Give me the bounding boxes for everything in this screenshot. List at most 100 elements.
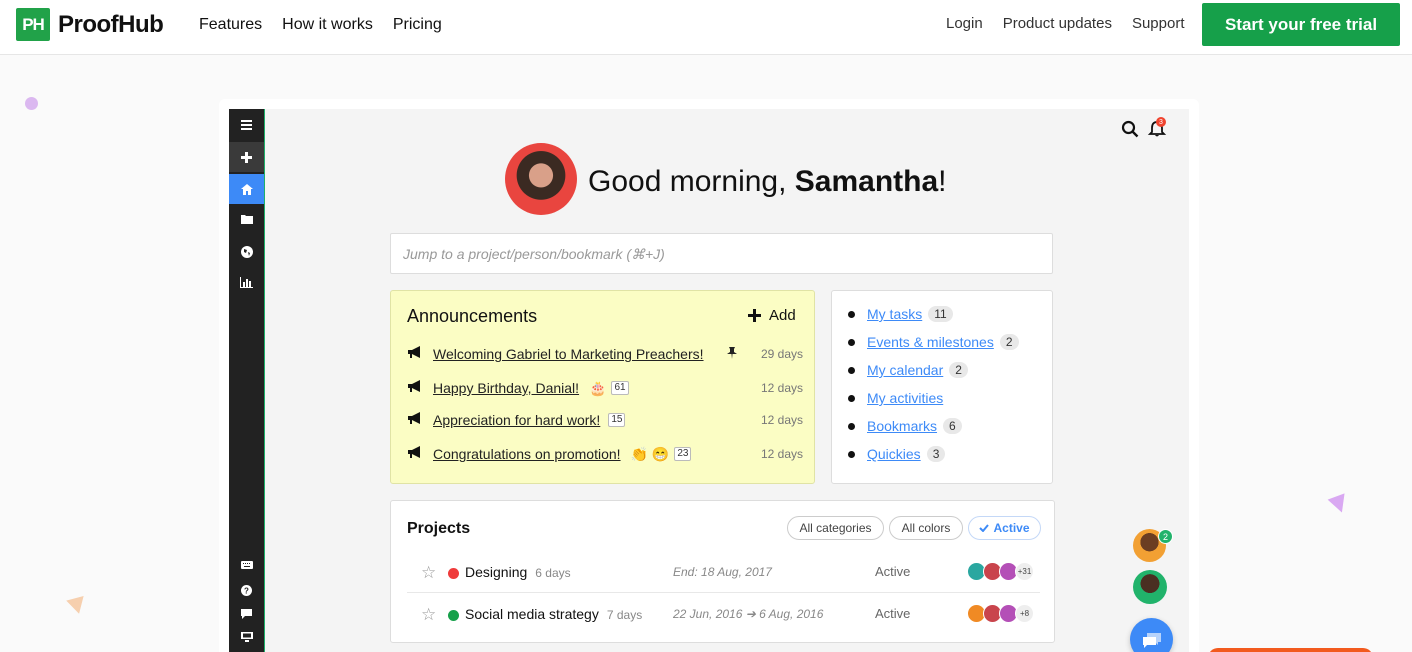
announcements-panel: Announcements Add Welcoming Gabriel to M… (390, 290, 815, 484)
comment-count: 23 (674, 447, 692, 461)
check-icon (979, 524, 990, 532)
projects-panel: Projects All categories All colors Activ… (390, 500, 1055, 643)
floating-action-tab[interactable] (1208, 648, 1373, 652)
bullet (848, 394, 855, 402)
quick-link-count: 3 (926, 446, 946, 462)
quick-link-my-calendar[interactable]: My calendar 2 (848, 360, 968, 380)
home-icon[interactable] (229, 174, 264, 204)
quick-link-label[interactable]: My tasks (867, 306, 922, 322)
greeting-prefix: Good morning, (588, 165, 795, 198)
project-status: Active (875, 606, 911, 621)
quick-link-my-tasks[interactable]: My tasks 11 (848, 304, 953, 324)
proofhub-logo[interactable]: PH ProofHub (16, 8, 164, 41)
star-icon[interactable]: ☆ (421, 563, 436, 583)
project-name: Designing (465, 564, 528, 580)
quick-link-quickies[interactable]: Quickies 3 (848, 444, 946, 464)
decorative-triangle (1327, 493, 1351, 516)
greeting-suffix: ! (938, 165, 947, 198)
quick-link-count: 11 (928, 306, 953, 322)
quick-link-count: 2 (999, 334, 1019, 350)
quick-link-bookmarks[interactable]: Bookmarks 6 (848, 416, 962, 436)
folder-icon[interactable] (229, 204, 264, 234)
search-icon[interactable] (1121, 120, 1139, 138)
reports-icon[interactable] (229, 267, 264, 297)
nav-link-features[interactable]: Features (199, 16, 262, 34)
decorative-triangle (66, 595, 88, 617)
project-name-cell[interactable]: Social media strategy 7 days (465, 606, 642, 622)
project-status: Active (875, 564, 911, 579)
quick-link-label[interactable]: My activities (867, 390, 943, 406)
user-avatar (505, 143, 577, 215)
announcement-item[interactable]: Happy Birthday, Danial! 🎂 61 12 days (408, 377, 803, 399)
announcement-age: 12 days (760, 413, 803, 427)
nav-link-pricing[interactable]: Pricing (393, 16, 442, 34)
announcement-link[interactable]: Welcoming Gabriel to Marketing Preachers… (433, 346, 704, 362)
svg-text:?: ? (244, 586, 249, 595)
project-row[interactable]: ☆ Designing 6 days End: 18 Aug, 2017 Acti… (407, 551, 1040, 593)
reaction-emojis: 👏 😁 (630, 445, 670, 462)
announcement-age: 12 days (760, 447, 803, 461)
megaphone-icon (408, 379, 426, 397)
globe-icon[interactable] (229, 237, 264, 267)
online-user-avatar[interactable] (1133, 570, 1167, 604)
decorative-dot (25, 97, 38, 110)
announcement-item[interactable]: Appreciation for hard work! 15 12 days (408, 409, 803, 431)
bullet (848, 310, 855, 318)
comment-count: 15 (608, 413, 626, 427)
logo-mark: PH (16, 8, 50, 41)
quick-link-label[interactable]: My calendar (867, 362, 943, 378)
announcement-link[interactable]: Happy Birthday, Danial! (433, 380, 579, 396)
pin-icon (727, 346, 737, 362)
announcement-age: 12 days (760, 381, 803, 395)
announcement-item[interactable]: Welcoming Gabriel to Marketing Preachers… (408, 343, 803, 365)
more-members-count: +31 (1015, 562, 1034, 581)
announcement-item[interactable]: Congratulations on promotion! 👏 😁 23 12 … (408, 443, 803, 465)
more-members-count: +8 (1015, 604, 1034, 623)
filter-all-categories[interactable]: All categories (787, 516, 884, 540)
project-name-cell[interactable]: Designing 6 days (465, 564, 571, 580)
project-name: Social media strategy (465, 606, 599, 622)
plus-icon (748, 309, 761, 322)
project-members[interactable]: +31 (967, 562, 1034, 581)
project-color-dot (448, 568, 459, 579)
top-navbar: PH ProofHub Features How it works Pricin… (0, 0, 1412, 55)
bullet (848, 338, 855, 346)
quick-link-events-milestones[interactable]: Events & milestones 2 (848, 332, 1019, 352)
filter-active[interactable]: Active (968, 516, 1041, 540)
filter-all-colors[interactable]: All colors (889, 516, 963, 540)
quick-link-label[interactable]: Events & milestones (867, 334, 994, 350)
star-icon[interactable]: ☆ (421, 605, 436, 625)
add-announcement-button[interactable]: Add (748, 307, 796, 324)
announcement-age: 29 days (760, 347, 803, 361)
quick-link-count: 2 (949, 362, 968, 378)
secondary-nav: Login Product updates Support (946, 15, 1185, 32)
quick-link-count: 6 (943, 418, 962, 434)
nav-link-login[interactable]: Login (946, 15, 983, 32)
bullet (848, 422, 855, 430)
logo-text: ProofHub (58, 10, 164, 38)
main-nav: Features How it works Pricing (199, 16, 442, 34)
bullet (848, 450, 855, 458)
nav-link-support[interactable]: Support (1132, 15, 1185, 32)
filter-active-label: Active (993, 521, 1030, 535)
quick-link-label[interactable]: Quickies (867, 446, 921, 462)
megaphone-icon (408, 411, 426, 429)
quick-link-my-activities[interactable]: My activities (848, 388, 943, 408)
announcement-link[interactable]: Appreciation for hard work! (433, 412, 600, 428)
monitor-icon[interactable] (229, 622, 264, 652)
jump-search-input[interactable] (390, 233, 1053, 274)
nav-link-product-updates[interactable]: Product updates (1003, 15, 1112, 32)
quick-links-panel: My tasks 11 Events & milestones 2 My cal… (831, 290, 1053, 484)
menu-icon[interactable] (229, 110, 264, 140)
plus-icon[interactable] (229, 142, 264, 172)
project-members[interactable]: +8 (967, 604, 1034, 623)
comment-count: 61 (611, 381, 629, 395)
announcement-link[interactable]: Congratulations on promotion! (433, 446, 621, 462)
project-row[interactable]: ☆ Social media strategy 7 days 22 Jun, 20… (407, 593, 1040, 635)
start-free-trial-button[interactable]: Start your free trial (1202, 3, 1400, 46)
notification-badge: 3 (1156, 117, 1166, 127)
announcements-title: Announcements (407, 306, 538, 326)
quick-link-label[interactable]: Bookmarks (867, 418, 937, 434)
add-label: Add (769, 307, 796, 324)
nav-link-how-it-works[interactable]: How it works (282, 16, 373, 34)
